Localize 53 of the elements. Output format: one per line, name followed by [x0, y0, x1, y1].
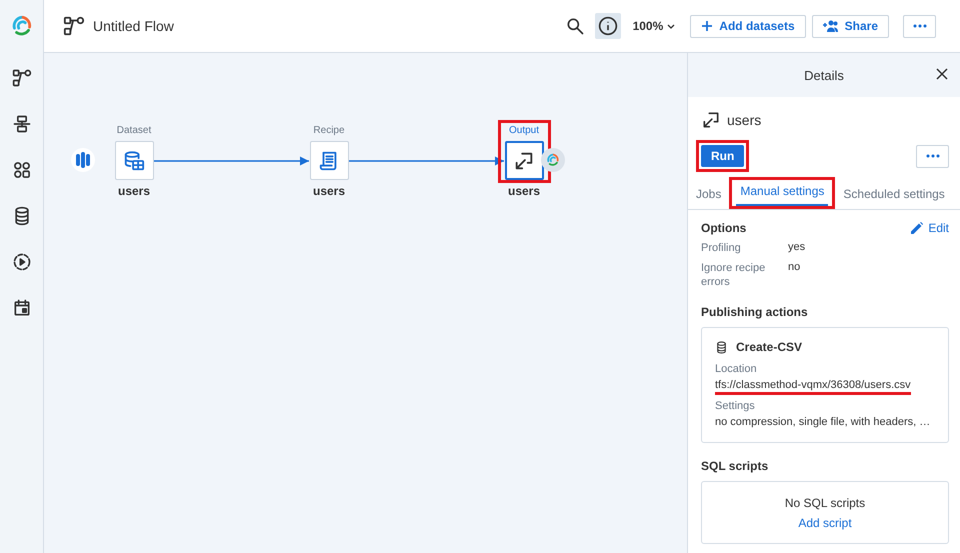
option-label: Profiling: [701, 241, 742, 255]
section-title: Options: [701, 221, 746, 235]
tab[interactable]: Manual settings: [736, 180, 828, 206]
output-name: users: [727, 112, 762, 128]
flow-node[interactable]: [504, 141, 544, 180]
pencil-icon: [911, 222, 924, 234]
node-type-label: Output: [508, 125, 540, 138]
more-icon: [926, 154, 940, 158]
more-icon: [912, 24, 926, 28]
output-icon[interactable]: [701, 110, 721, 130]
node-name: users: [312, 184, 346, 198]
zoom-dropdown[interactable]: 100%: [632, 19, 676, 33]
action-name: Create-CSV: [736, 340, 802, 354]
add-script-link[interactable]: Add script: [798, 516, 852, 530]
info-button[interactable]: [594, 13, 621, 39]
section-title: Publishing actions: [701, 305, 808, 319]
field-label: Settings: [715, 400, 756, 412]
option-value: yes: [788, 241, 806, 255]
database-icon[interactable]: [715, 340, 728, 354]
grid-icon[interactable]: [12, 160, 32, 180]
source-icon: [71, 148, 95, 172]
plus-icon: [701, 20, 714, 32]
option-label: Ignore recipe errors: [701, 261, 766, 289]
field-label: Location: [715, 363, 758, 375]
close-button[interactable]: [936, 68, 948, 80]
flow-icon[interactable]: [63, 15, 85, 37]
settings-value: no compression, single file, with headers, …: [715, 416, 930, 428]
node-name: users: [508, 184, 540, 198]
more-button[interactable]: [903, 14, 936, 38]
flow-icon[interactable]: [12, 68, 32, 88]
flow-title: Untitled Flow: [93, 18, 174, 34]
tab[interactable]: Scheduled settings: [839, 183, 949, 209]
panel-title: Details: [804, 68, 844, 82]
tab[interactable]: Jobs: [692, 183, 726, 209]
section-title: SQL scripts: [701, 459, 768, 473]
share-button[interactable]: Share: [812, 14, 889, 38]
add-datasets-button[interactable]: Add datasets: [690, 14, 806, 38]
option-value: no: [788, 261, 802, 275]
run-button[interactable]: Run: [701, 145, 744, 167]
edit-link[interactable]: Edit: [911, 221, 949, 235]
logo-icon: [545, 152, 561, 168]
node-name: users: [118, 184, 150, 198]
play-circle-icon[interactable]: [12, 252, 32, 272]
node-type-label: Dataset: [116, 125, 152, 138]
search-icon[interactable]: [564, 16, 585, 36]
calendar-icon[interactable]: [12, 298, 32, 318]
location-path: tfs://classmethod-vqmx/36308/users.csv: [715, 379, 911, 395]
add-people-icon: [822, 20, 839, 32]
more-button[interactable]: [916, 144, 949, 168]
node-type-label: Recipe: [313, 125, 345, 138]
dataset-icon[interactable]: [123, 150, 145, 172]
node-stack-icon[interactable]: [12, 114, 32, 134]
empty-message: No SQL scripts: [784, 496, 866, 510]
